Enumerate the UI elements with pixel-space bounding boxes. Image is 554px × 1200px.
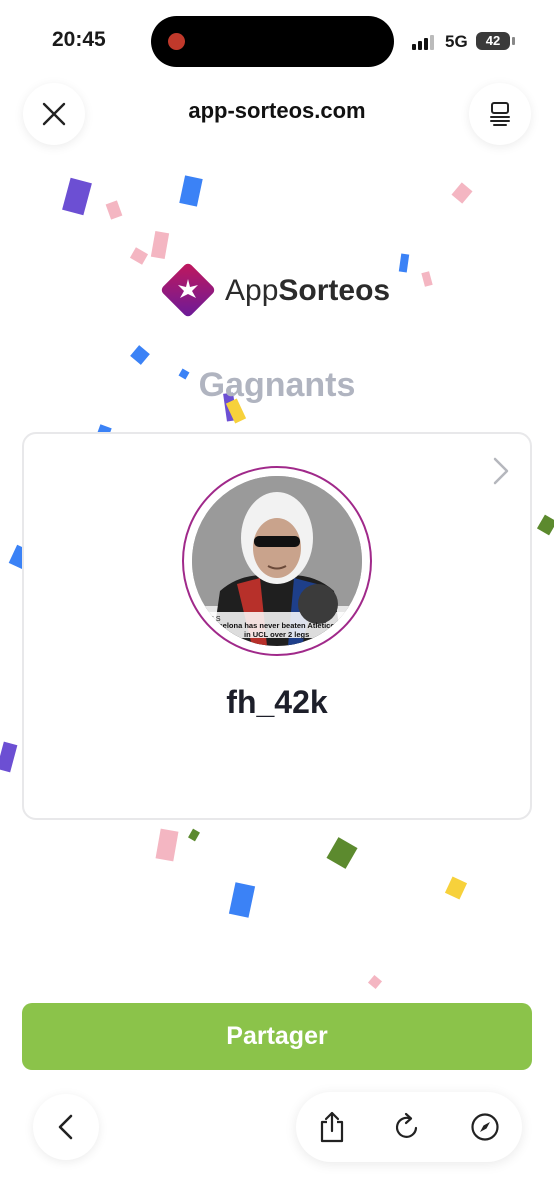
photo-caption-line1: Barcelona has never beaten Atletico — [206, 621, 335, 630]
status-time: 20:45 — [52, 28, 106, 51]
share-page-button[interactable] — [315, 1110, 349, 1144]
confetti-piece — [62, 177, 92, 216]
battery-icon: 42 — [476, 32, 510, 50]
back-button[interactable] — [33, 1094, 99, 1160]
confetti-piece — [421, 271, 433, 287]
confetti-piece — [129, 247, 149, 265]
chevron-right-icon[interactable] — [492, 456, 510, 486]
confetti-piece — [326, 837, 358, 869]
confetti-piece — [398, 253, 410, 273]
winner-card[interactable]: FINALS Barcelona has never beaten Atleti… — [22, 432, 532, 820]
recording-indicator — [168, 33, 185, 50]
tabs-button[interactable] — [469, 83, 531, 145]
confetti-piece — [536, 514, 554, 536]
logo-text-regular: App — [225, 274, 279, 307]
network-type: 5G — [445, 32, 468, 51]
reload-icon — [395, 1112, 418, 1138]
tabs-icon — [490, 102, 510, 126]
back-icon — [58, 1114, 73, 1140]
signal-icon — [412, 34, 438, 50]
dynamic-island — [151, 16, 394, 67]
battery-cap — [512, 37, 515, 45]
confetti-piece — [367, 974, 383, 990]
avatar-ring: FINALS Barcelona has never beaten Atleti… — [182, 466, 372, 656]
reload-button[interactable] — [390, 1110, 424, 1144]
confetti-piece — [179, 175, 203, 207]
winner-username: fh_42k — [226, 684, 328, 720]
logo-star-icon — [178, 279, 198, 298]
confetti-piece — [228, 882, 256, 918]
share-button[interactable]: Partager — [22, 1003, 532, 1070]
winner-photo: FINALS Barcelona has never beaten Atleti… — [192, 476, 362, 646]
compass-icon — [471, 1113, 499, 1141]
confetti-piece — [105, 200, 123, 220]
confetti-piece — [150, 230, 170, 260]
confetti-piece — [188, 828, 200, 842]
confetti-piece — [130, 345, 150, 365]
photo-caption-line2: in UCL over 2 legs — [244, 630, 309, 639]
compass-button[interactable] — [468, 1110, 502, 1144]
page-title: Gagnants — [198, 366, 356, 404]
confetti-piece — [0, 741, 18, 773]
appsorteos-logo: AppSorteos — [159, 261, 400, 320]
logo-text-bold: Sorteos — [278, 274, 391, 307]
confetti-piece — [155, 828, 179, 862]
logo-text: AppSorteos — [225, 274, 390, 308]
share-icon — [320, 1111, 344, 1143]
confetti-piece — [451, 182, 473, 204]
confetti-piece — [444, 876, 468, 900]
winner-avatar: FINALS Barcelona has never beaten Atleti… — [192, 476, 362, 646]
